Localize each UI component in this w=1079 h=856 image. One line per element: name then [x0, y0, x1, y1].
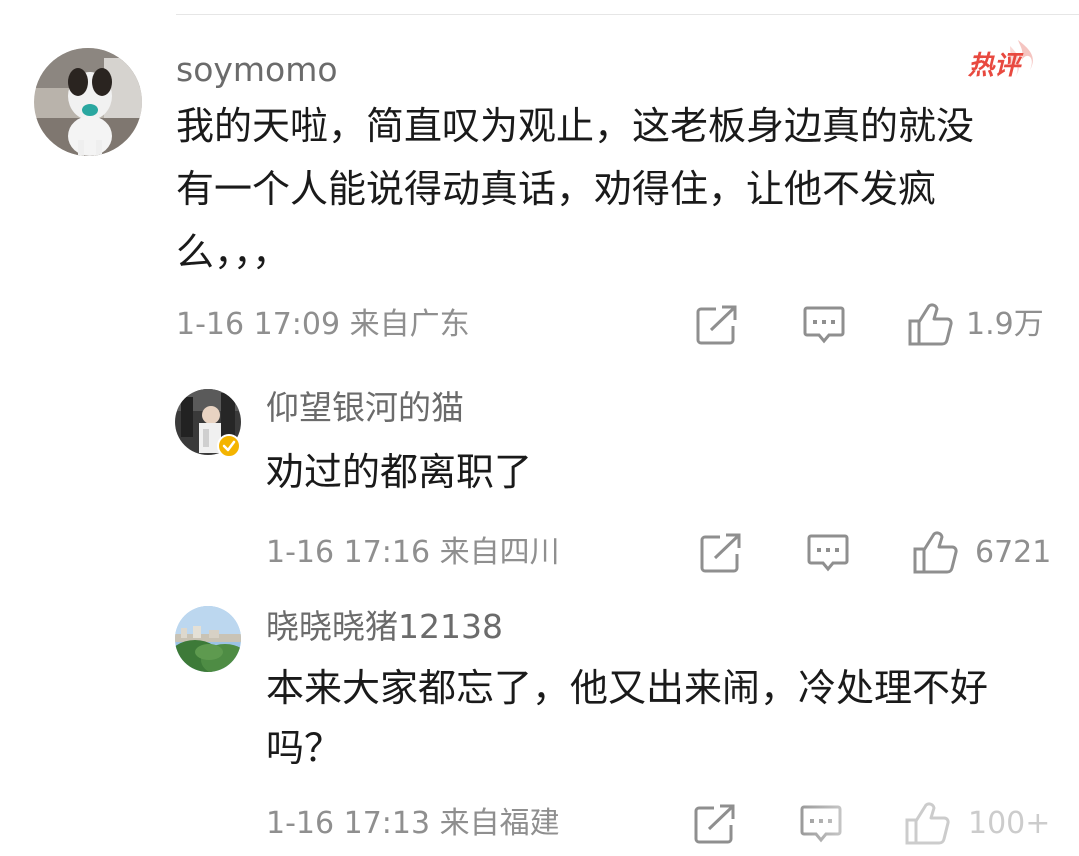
like-icon [908, 303, 953, 346]
share-icon [694, 804, 735, 844]
comment-button[interactable] [807, 533, 849, 573]
hot-badge-label: 热评 [967, 51, 1024, 81]
hot-comment-badge: 热评 [966, 36, 1042, 86]
like-button[interactable] [907, 303, 953, 347]
comment-item: soymomo 热评 我的天啦，简直叹为观止，这老板身边真的就没 有一个人能说得… [0, 0, 1079, 360]
like-count: 100+ [968, 806, 1051, 841]
share-button[interactable] [696, 305, 738, 345]
comment-text: 本来大家都忘了，他又出来闹，冷处理不好 吗？ [266, 666, 989, 770]
like-icon [905, 802, 950, 845]
comment-text: 劝过的都离职了 [266, 450, 533, 494]
username[interactable]: 晓晓晓猪12138 [266, 605, 503, 649]
share-icon [696, 305, 737, 345]
comment-button[interactable] [803, 305, 845, 345]
share-icon [700, 533, 741, 573]
verified-badge [217, 434, 241, 458]
comment-meta: 1-16 17:13 来自福建 [266, 806, 560, 841]
username[interactable]: 仰望银河的猫 [266, 386, 464, 430]
like-count: 1.9万 [966, 307, 1044, 342]
comment-icon [807, 534, 849, 572]
reply-item: 晓晓晓猪12138 本来大家都忘了，他又出来闹，冷处理不好 吗？ 1-16 17… [0, 590, 1079, 856]
reply-item: 仰望银河的猫 劝过的都离职了 1-16 17:16 来自四川 6721 [0, 360, 1079, 590]
comment-icon [803, 306, 845, 344]
verified-icon [222, 440, 236, 452]
comment-meta: 1-16 17:09 来自广东 [176, 307, 470, 342]
like-icon [913, 531, 958, 574]
share-button[interactable] [700, 533, 742, 573]
comment-icon [800, 805, 842, 843]
avatar[interactable] [34, 48, 142, 156]
username[interactable]: soymomo [176, 50, 338, 90]
like-button[interactable] [904, 802, 950, 846]
comment-meta: 1-16 17:16 来自四川 [266, 535, 560, 570]
like-count: 6721 [975, 535, 1052, 570]
avatar[interactable] [175, 606, 241, 672]
comment-text: 我的天啦，简直叹为观止，这老板身边真的就没 有一个人能说得动真话，劝得住，让他不… [176, 104, 975, 274]
share-button[interactable] [694, 804, 736, 844]
like-button[interactable] [912, 531, 958, 575]
comment-button[interactable] [800, 804, 842, 844]
